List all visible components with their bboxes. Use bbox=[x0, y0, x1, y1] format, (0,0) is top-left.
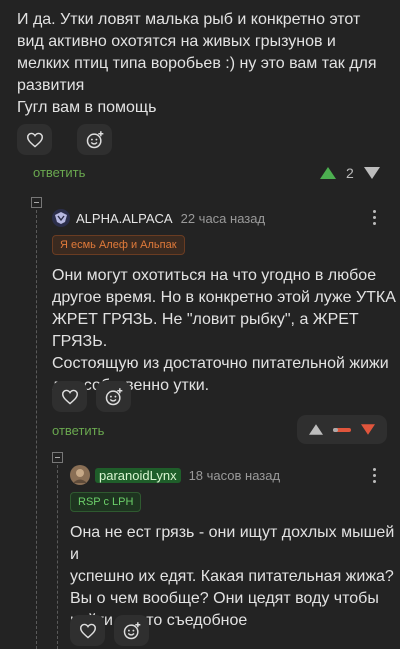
more-options-icon[interactable] bbox=[373, 468, 377, 486]
downvote-icon[interactable] bbox=[363, 166, 380, 179]
avatar bbox=[70, 465, 90, 485]
comment-2-body: Они могут охотиться на что угодно в любо… bbox=[52, 265, 400, 397]
comment-line: другое время. Но в конкретно этой луже У… bbox=[52, 289, 396, 306]
reply-link[interactable]: ответить bbox=[52, 423, 104, 438]
like-button[interactable] bbox=[17, 124, 52, 155]
comment-line: Состоящую из достаточно питательной жижи bbox=[52, 355, 389, 372]
heart-icon bbox=[79, 623, 96, 639]
comment-line: Она не ест грязь - они ищут дохлых мышей… bbox=[70, 524, 395, 563]
emoji-reaction-button[interactable] bbox=[77, 124, 112, 155]
upvote-icon[interactable] bbox=[309, 424, 323, 435]
comment-line: вид активно охотятся на живых грызунов и bbox=[17, 33, 336, 50]
comment-line: Гугл вам в помощь bbox=[17, 99, 157, 116]
heart-icon bbox=[26, 132, 43, 148]
author-name[interactable]: paranoidLynx bbox=[95, 467, 181, 483]
downvote-icon[interactable] bbox=[361, 424, 375, 435]
comment-line: ЖРЕТ ГРЯЗЬ. Не "ловит рыбку", а ЖРЕТ ГРЯ… bbox=[52, 311, 359, 350]
comment-time: 22 часа назад bbox=[180, 210, 266, 226]
like-button[interactable] bbox=[52, 381, 87, 412]
reply-link[interactable]: ответить bbox=[33, 165, 85, 180]
emoji-reaction-button[interactable] bbox=[114, 615, 149, 646]
comment-1-body: И да. Утки ловят малька рыб и конкретно … bbox=[17, 9, 377, 119]
emoji-reaction-button[interactable] bbox=[96, 381, 131, 412]
comment-line: мелких птиц типа воробьев :) ну это вам … bbox=[17, 55, 377, 72]
user-badge: Я есмь Алеф и Альпак bbox=[52, 235, 185, 255]
smiley-plus-icon bbox=[86, 130, 103, 148]
upvote-icon[interactable] bbox=[320, 166, 336, 179]
like-button[interactable] bbox=[70, 615, 105, 646]
comment-line: Они могут охотиться на что угодно в любо… bbox=[52, 267, 377, 284]
vote-control: 2 bbox=[320, 160, 380, 185]
rating-count: 2 bbox=[346, 164, 354, 181]
avatar bbox=[52, 209, 70, 227]
comment-time: 18 часов назад bbox=[188, 467, 281, 483]
comment-line: развития bbox=[17, 77, 85, 94]
comment-line: Вы о чем вообще? Они цедят воду чтобы bbox=[70, 590, 379, 607]
user-badge: RSP с LPH bbox=[70, 492, 142, 512]
thread-line bbox=[36, 205, 37, 649]
more-options-icon[interactable] bbox=[373, 210, 377, 228]
author-name[interactable]: ALPHA.ALPACA bbox=[76, 211, 173, 226]
collapse-thread-button[interactable] bbox=[31, 197, 42, 208]
heart-icon bbox=[61, 389, 78, 405]
comment-line: успешно их едят. Какая питательная жижа? bbox=[70, 568, 394, 585]
vote-control bbox=[297, 415, 387, 444]
smiley-plus-icon bbox=[105, 387, 122, 405]
comment-author[interactable]: paranoidLynx 18 часов назад bbox=[70, 465, 280, 485]
smiley-plus-icon bbox=[123, 621, 140, 639]
collapse-thread-button[interactable] bbox=[52, 452, 63, 463]
thread-line bbox=[57, 460, 58, 649]
comment-author[interactable]: ALPHA.ALPACA 22 часа назад bbox=[52, 209, 265, 227]
rating-bar bbox=[333, 427, 351, 432]
comment-line: И да. Утки ловят малька рыб и конкретно … bbox=[17, 11, 361, 28]
